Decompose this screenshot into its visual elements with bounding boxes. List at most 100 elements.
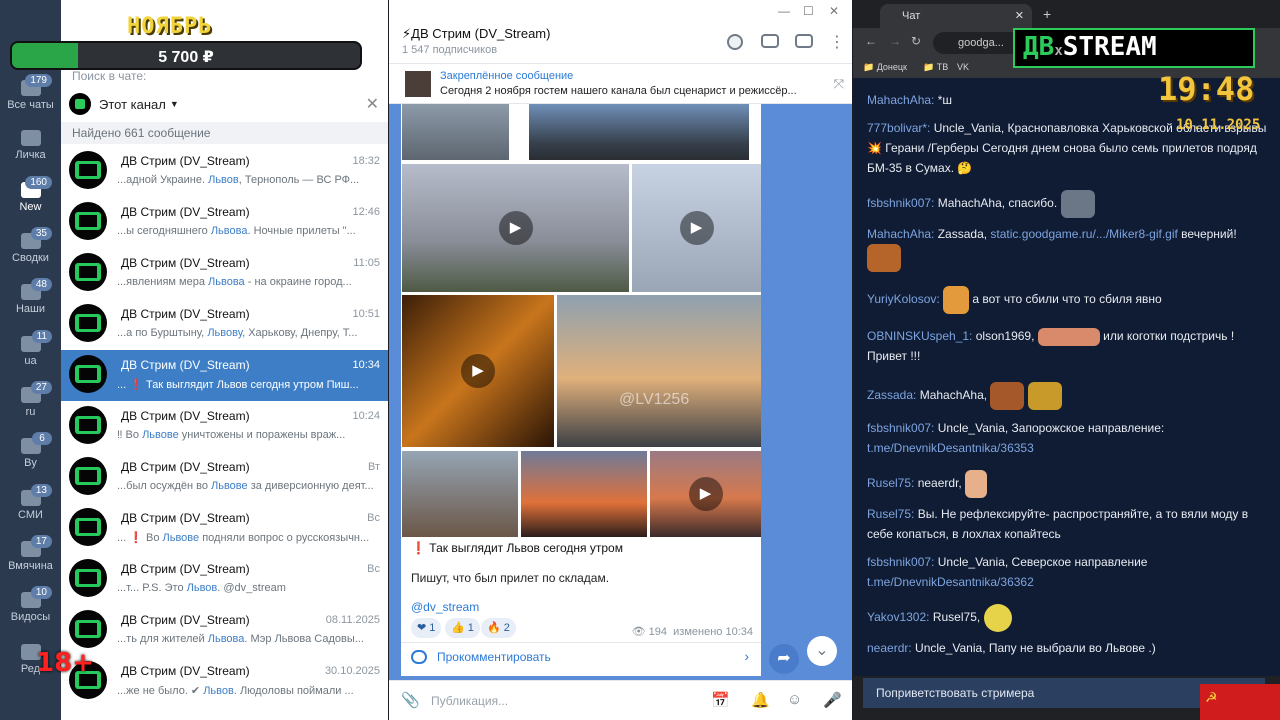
bookmark-item[interactable]: 📁 Донецк: [863, 62, 907, 73]
comment-button[interactable]: Прокомментировать: [437, 650, 551, 664]
folder-smi[interactable]: 13 СМИ: [0, 484, 61, 521]
chat-nick[interactable]: fsbshnik007:: [867, 421, 934, 435]
chat-nick[interactable]: Yakov1302:: [867, 610, 930, 624]
close-icon[interactable]: ✕: [366, 94, 379, 114]
video-thumbnail[interactable]: ▶: [402, 164, 629, 292]
play-icon[interactable]: ▶: [498, 211, 533, 245]
message-feed: ▶ ▶ ▶ @LV1256 ▶ ❗ Так выглядит Львов сег…: [389, 104, 852, 680]
chat-link[interactable]: t.me/DnevnikDesantnika/36353: [867, 441, 1034, 455]
search-result-row[interactable]: ДВ Стрим (DV_Stream) 11:05 ...явлениям мер…: [61, 248, 388, 299]
video-thumbnail[interactable]: ▶: [650, 451, 761, 537]
play-icon[interactable]: ▶: [679, 211, 714, 245]
bookmark-item[interactable]: 📁 ТВ: [923, 62, 948, 73]
reaction-thumbs-up[interactable]: 👍 1: [445, 618, 480, 638]
folder-nashi[interactable]: 48 Наши: [0, 278, 61, 315]
chat-nick[interactable]: YuriyKolosov:: [867, 292, 940, 306]
edited-time: изменено 10:34: [673, 626, 753, 638]
folder-ru[interactable]: 27 ru: [0, 381, 61, 418]
close-icon[interactable]: ✕: [1015, 9, 1024, 22]
minimize-icon[interactable]: —: [778, 4, 790, 18]
attach-icon[interactable]: 📎: [401, 691, 420, 709]
bookmark-item[interactable]: VK: [957, 62, 969, 72]
forward-icon[interactable]: →: [889, 34, 901, 48]
result-time: 11:05: [353, 257, 380, 269]
back-icon[interactable]: ←: [865, 34, 877, 48]
search-icon[interactable]: [727, 34, 743, 50]
chat-link[interactable]: t.me/DnevnikDesantnika/36362: [867, 575, 1034, 589]
new-tab-icon[interactable]: +: [1043, 6, 1051, 22]
folder-lichka[interactable]: Личка: [0, 130, 61, 161]
photo-thumbnail[interactable]: [402, 451, 518, 537]
search-result-row-selected[interactable]: ДВ Стрим (DV_Stream) 10:34 ... ❗ Так выгля…: [61, 350, 388, 401]
chat-nick[interactable]: Rusel75:: [867, 476, 914, 490]
reaction-fire[interactable]: 🔥 2: [481, 618, 516, 638]
chat-nick[interactable]: Zassada:: [867, 388, 916, 402]
share-button[interactable]: ➦: [769, 644, 799, 674]
chat-link[interactable]: static.goodgame.ru/.../Miker8-gif.gif: [990, 227, 1177, 241]
folder-new[interactable]: 160 New: [0, 176, 61, 213]
live-stream-icon[interactable]: [761, 34, 779, 48]
video-thumbnail[interactable]: ▶: [632, 164, 761, 292]
channel-title[interactable]: ⚡ДВ Стрим (DV_Stream): [402, 26, 550, 42]
chat-message: Yakov1302: Rusel75,: [867, 604, 1267, 632]
photo-thumbnail[interactable]: [521, 451, 647, 537]
chat-nick[interactable]: MahachAha:: [867, 227, 934, 241]
chat-nick[interactable]: 777bolivar*:: [867, 121, 930, 135]
folder-ua[interactable]: 11 ua: [0, 330, 61, 367]
folder-vmyachina[interactable]: 17 Вмячина: [0, 535, 61, 572]
chat-nick[interactable]: fsbshnik007:: [867, 196, 934, 210]
close-icon[interactable]: ✕: [829, 4, 839, 18]
play-icon[interactable]: ▶: [461, 354, 495, 388]
folder-label: Видосы: [10, 611, 51, 623]
play-icon[interactable]: ▶: [688, 477, 723, 511]
search-result-row[interactable]: ДВ Стрим (DV_Stream) 30.10.2025 ...же не б…: [61, 656, 388, 707]
age-rating-badge: 18+: [36, 648, 94, 678]
search-result-row[interactable]: ДВ Стрим (DV_Stream) 18:32 ...адной Украин…: [61, 146, 388, 197]
result-snippet: ...же не было. ✔ Львов. Людоловы поймали…: [117, 685, 354, 697]
folder-by[interactable]: 6 By: [0, 432, 61, 469]
pinned-title: Закреплённое сообщение: [440, 70, 574, 82]
bell-icon[interactable]: 🔔: [751, 691, 770, 709]
scroll-down-button[interactable]: ⌄: [807, 636, 837, 666]
more-menu-icon[interactable]: ⋮: [829, 32, 845, 52]
folder-all-chats[interactable]: 179 Все чаты: [0, 74, 61, 111]
browser-tab[interactable]: Чат ✕: [880, 4, 1032, 28]
chat-nick[interactable]: Rusel75:: [867, 507, 914, 521]
chat-nick[interactable]: neaerdr:: [867, 641, 912, 655]
reload-icon[interactable]: ↻: [911, 34, 921, 48]
result-chat-name: ДВ Стрим (DV_Stream): [121, 460, 250, 474]
result-time: Вс: [367, 563, 380, 575]
schedule-icon[interactable]: 📅: [711, 691, 730, 709]
folder-svodki[interactable]: 35 Сводки: [0, 227, 61, 264]
pinned-message-bar[interactable]: Закреплённое сообщение Сегодня 2 ноября …: [389, 64, 852, 104]
unpin-icon[interactable]: ⤧: [834, 76, 844, 92]
sidebar-toggle-icon[interactable]: [795, 34, 813, 48]
photo-thumbnail[interactable]: [402, 104, 509, 160]
search-result-row[interactable]: ДВ Стрим (DV_Stream) 08.11.2025 ...ть для …: [61, 605, 388, 656]
chat-nick[interactable]: MahachAha:: [867, 93, 934, 107]
result-time: 10:34: [352, 359, 380, 371]
result-chat-name: ДВ Стрим (DV_Stream): [121, 664, 250, 678]
emoji-icon[interactable]: ☺: [787, 691, 802, 708]
search-result-row[interactable]: ДВ Стрим (DV_Stream) Вс ...т... P.S. Это Л…: [61, 554, 388, 605]
composer-input[interactable]: Публикация...: [431, 694, 508, 708]
video-thumbnail[interactable]: ▶: [402, 295, 554, 447]
search-result-row[interactable]: ДВ Стрим (DV_Stream) 10:24 ‼ Во Львове уни…: [61, 401, 388, 452]
folder-videos[interactable]: 10 Видосы: [0, 586, 61, 623]
chat-nick[interactable]: fsbshnik007:: [867, 555, 934, 569]
photo-thumbnail[interactable]: [529, 104, 749, 160]
search-result-row[interactable]: ДВ Стрим (DV_Stream) Вт ...был осуждён во …: [61, 452, 388, 503]
search-result-row[interactable]: ДВ Стрим (DV_Stream) 12:46 ...ы сегодняшне…: [61, 197, 388, 248]
emote-image: [965, 470, 988, 498]
chat-nick[interactable]: OBNINSKUspeh_1:: [867, 329, 972, 343]
post-channel-link[interactable]: @dv_stream: [411, 600, 479, 614]
reaction-heart[interactable]: ❤ 1: [411, 618, 442, 638]
search-result-row[interactable]: ДВ Стрим (DV_Stream) Вс ... ❗ Во Львове по…: [61, 503, 388, 554]
channel-avatar: [69, 93, 91, 115]
search-result-row[interactable]: ДВ Стрим (DV_Stream) 10:51 ...а по Бурштын…: [61, 299, 388, 350]
maximize-icon[interactable]: ☐: [803, 4, 814, 18]
microphone-icon[interactable]: 🎤: [823, 691, 842, 709]
photo-thumbnail[interactable]: @LV1256: [557, 295, 761, 447]
search-scope-selector[interactable]: Этот канал ▼ ✕: [69, 92, 379, 116]
result-snippet: ...ть для жителей Львова. Мэр Львова Сад…: [117, 633, 364, 645]
